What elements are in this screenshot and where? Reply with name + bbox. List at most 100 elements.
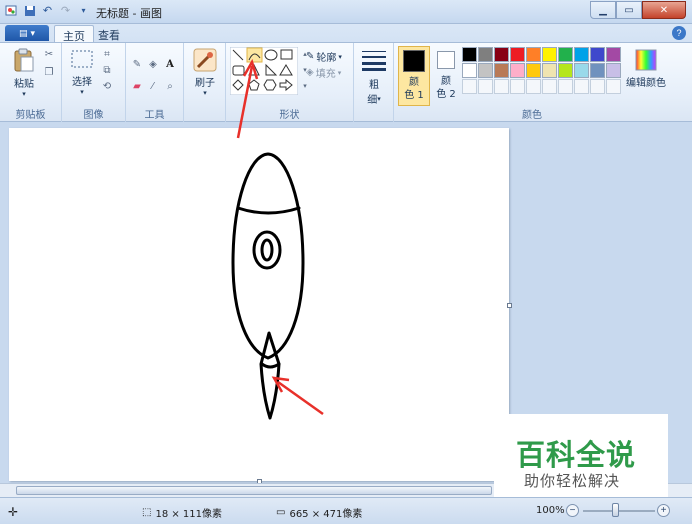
resize-icon[interactable]: ⧉ — [100, 63, 114, 77]
image-size-text: 665 × 471像素 — [289, 509, 363, 520]
status-bar: ✛ ⬚ 18 × 111像素 ▭ 665 × 471像素 100% − + — [0, 497, 692, 524]
ribbon: 粘贴 ▾ ✂ ❐ 剪贴板 选择 ▾ ⌗ ⧉ ⟲ 图像 ✎ ◈ A ▰ ⁄ ⌕ 工… — [0, 42, 692, 123]
undo-icon[interactable]: ↶ — [40, 3, 55, 18]
color2-label-a: 颜 — [441, 76, 451, 87]
magnifier-icon[interactable]: ⌕ — [163, 79, 177, 93]
close-button[interactable]: ✕ — [642, 1, 686, 19]
palette-swatch[interactable] — [462, 63, 477, 78]
text-tool-icon[interactable]: A — [163, 57, 177, 71]
cut-icon[interactable]: ✂ — [42, 47, 56, 61]
redo-icon[interactable]: ↷ — [58, 3, 73, 18]
outline-label: 轮廓 — [316, 53, 337, 64]
drawing-canvas[interactable] — [9, 128, 509, 481]
minimize-button[interactable]: ▁ — [590, 1, 616, 19]
app-menu-icon: ▤ — [18, 27, 28, 38]
palette-swatch[interactable] — [590, 47, 605, 62]
custom-color-slot[interactable] — [526, 79, 541, 94]
zoom-slider-thumb[interactable] — [612, 503, 619, 517]
zoom-slider-track[interactable] — [583, 510, 655, 512]
chevron-down-icon: ▾ — [203, 89, 207, 97]
custom-color-slot[interactable] — [494, 79, 509, 94]
custom-color-slot[interactable] — [606, 79, 621, 94]
color1-swatch — [403, 50, 425, 72]
group-brushes: 刷子 ▾ — [184, 43, 226, 123]
group-label-shapes: 形状 — [279, 110, 300, 121]
brushes-label: 刷子 — [195, 78, 215, 89]
group-clipboard: 粘贴 ▾ ✂ ❐ 剪贴板 — [0, 43, 62, 123]
watermark-subtitle: 助你轻松解决 — [524, 472, 621, 490]
eraser-icon[interactable]: ▰ — [130, 79, 144, 93]
color1-button[interactable]: 颜 色 1 — [398, 46, 430, 106]
crop-icon[interactable]: ⌗ — [100, 47, 114, 61]
scrollbar-thumb[interactable] — [16, 486, 492, 495]
custom-color-slot[interactable] — [558, 79, 573, 94]
palette-swatch[interactable] — [558, 47, 573, 62]
shapes-gallery[interactable] — [230, 47, 298, 95]
palette-swatch[interactable] — [574, 47, 589, 62]
rocket-flame — [259, 331, 281, 420]
fill-bucket-icon[interactable]: ◈ — [146, 57, 160, 71]
help-icon[interactable]: ? — [672, 26, 686, 40]
outline-button[interactable]: ✎ 轮廓 ▾ — [306, 49, 342, 64]
palette-swatch[interactable] — [510, 63, 525, 78]
select-button[interactable]: 选择 ▾ — [68, 49, 96, 96]
tab-view[interactable]: 查看 — [90, 25, 128, 42]
rocket-window-inner — [260, 238, 274, 262]
paste-icon — [14, 48, 34, 72]
custom-color-slot[interactable] — [462, 79, 477, 94]
palette-swatch[interactable] — [542, 47, 557, 62]
cursor-position-icon: ✛ — [8, 505, 19, 519]
palette-swatch[interactable] — [510, 47, 525, 62]
maximize-button[interactable]: ▭ — [616, 1, 642, 19]
zoom-level: 100% — [536, 505, 565, 516]
palette-swatch[interactable] — [574, 63, 589, 78]
palette-swatch[interactable] — [494, 47, 509, 62]
outline-icon: ✎ — [306, 51, 315, 62]
palette-swatch[interactable] — [462, 47, 477, 62]
rotate-icon[interactable]: ⟲ — [100, 79, 114, 93]
chevron-down-icon: ▾ — [80, 88, 84, 96]
color-picker-icon[interactable]: ⁄ — [146, 79, 160, 93]
tab-home[interactable]: 主页 — [54, 25, 94, 43]
rocket-flame-band — [260, 362, 281, 369]
fill-icon: ◈ — [306, 67, 314, 78]
paint-app-icon[interactable] — [4, 3, 19, 18]
palette-swatch[interactable] — [478, 47, 493, 62]
app-menu-button[interactable]: ▤ ▾ — [5, 25, 49, 41]
save-icon[interactable] — [22, 3, 37, 18]
image-size-icon: ▭ — [276, 507, 286, 518]
palette-swatch[interactable] — [542, 63, 557, 78]
customize-qat-icon[interactable]: ▾ — [76, 3, 91, 18]
custom-color-slot[interactable] — [590, 79, 605, 94]
zoom-out-button[interactable]: − — [566, 504, 579, 517]
size-button[interactable]: 粗 细 ▾ — [360, 49, 388, 106]
color2-button[interactable]: 颜 色 2 — [432, 46, 460, 106]
palette-swatch[interactable] — [478, 63, 493, 78]
edit-colors-button[interactable]: 编辑颜色 — [626, 49, 666, 89]
palette-swatch[interactable] — [526, 63, 541, 78]
copy-icon[interactable]: ❐ — [42, 65, 56, 79]
palette-swatch[interactable] — [526, 47, 541, 62]
palette-swatch[interactable] — [606, 47, 621, 62]
custom-color-slot[interactable] — [542, 79, 557, 94]
rocket-drawing — [231, 152, 305, 420]
edit-colors-label: 编辑颜色 — [626, 78, 666, 89]
palette-swatch[interactable] — [606, 63, 621, 78]
gallery-expand-icon[interactable]: ▾ — [298, 79, 312, 93]
fill-button[interactable]: ◈ 填充 ▾ — [306, 65, 341, 80]
palette-swatch[interactable] — [590, 63, 605, 78]
palette-swatch[interactable] — [494, 63, 509, 78]
brushes-button[interactable]: 刷子 ▾ — [190, 47, 220, 97]
paste-button[interactable]: 粘贴 ▾ — [8, 47, 40, 98]
group-image: 选择 ▾ ⌗ ⧉ ⟲ 图像 — [62, 43, 126, 123]
select-icon — [71, 50, 93, 68]
size-label-2: 细 — [367, 95, 378, 106]
resize-handle-right[interactable] — [507, 303, 512, 308]
palette-swatch[interactable] — [558, 63, 573, 78]
custom-color-slot[interactable] — [574, 79, 589, 94]
chevron-down-icon: ▾ — [377, 94, 381, 103]
custom-color-slot[interactable] — [478, 79, 493, 94]
zoom-in-button[interactable]: + — [657, 504, 670, 517]
custom-color-slot[interactable] — [510, 79, 525, 94]
pencil-icon[interactable]: ✎ — [130, 57, 144, 71]
